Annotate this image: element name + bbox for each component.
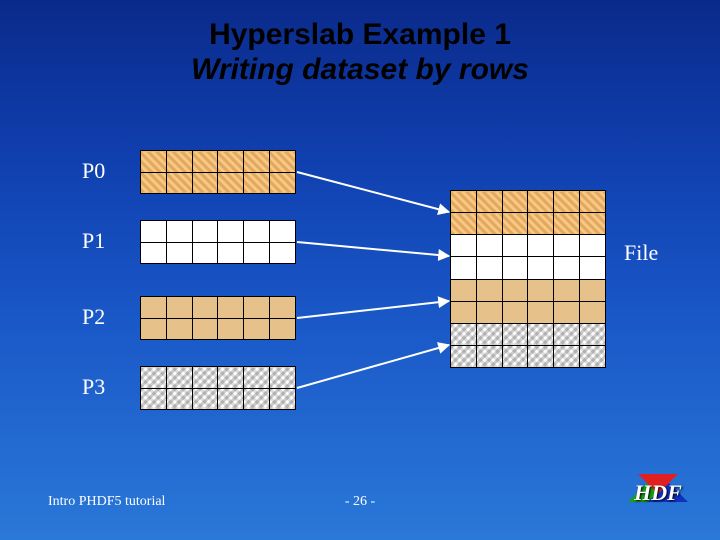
process-label-p1: P1	[82, 228, 105, 254]
process-label-p3: P3	[82, 374, 105, 400]
footer-page-number: - 26 -	[0, 494, 720, 510]
proc-block-p2	[140, 296, 296, 340]
file-label: File	[624, 240, 658, 266]
arrow-p0-to-file	[297, 172, 449, 212]
arrow-p2-to-file	[297, 301, 449, 318]
arrow-p1-to-file	[297, 242, 449, 256]
title-line-1: Hyperslab Example 1	[0, 18, 720, 53]
arrow-p3-to-file	[297, 345, 449, 388]
logo-text: HDF	[628, 480, 688, 506]
proc-block-p3	[140, 366, 296, 410]
title-line-2: Writing dataset by rows	[0, 53, 720, 88]
process-label-p0: P0	[82, 158, 105, 184]
hdf-logo: HDF	[628, 474, 688, 518]
proc-block-p1	[140, 220, 296, 264]
slide-title: Hyperslab Example 1 Writing dataset by r…	[0, 18, 720, 87]
slide: Hyperslab Example 1 Writing dataset by r…	[0, 0, 720, 540]
file-block	[450, 190, 606, 368]
proc-block-p0	[140, 150, 296, 194]
process-label-p2: P2	[82, 304, 105, 330]
